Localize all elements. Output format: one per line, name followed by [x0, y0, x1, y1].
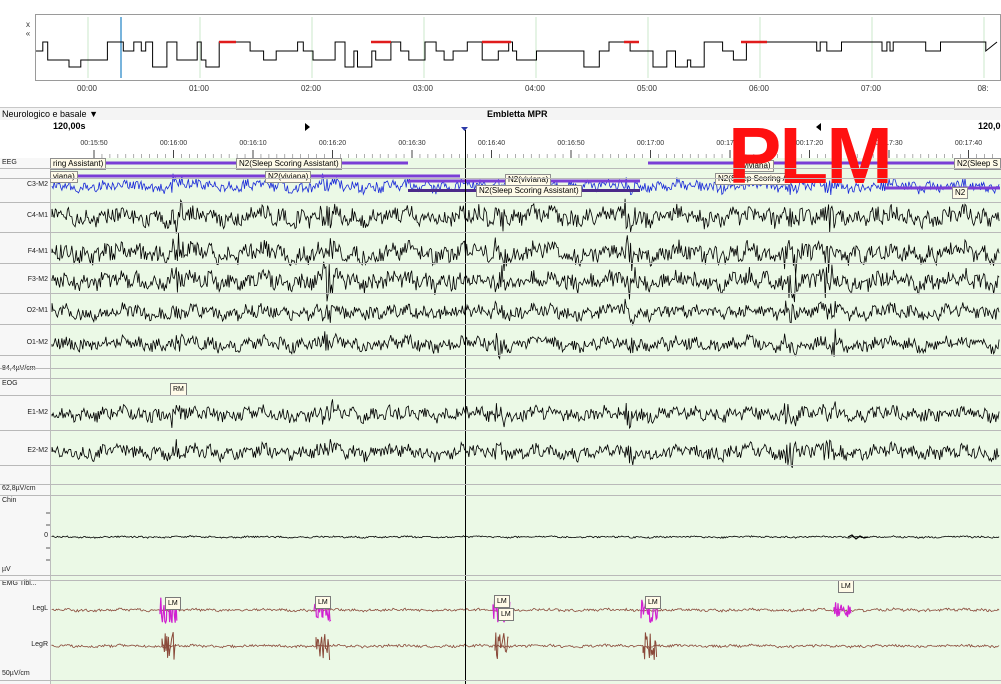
lane-separator [0, 178, 1001, 179]
event-label-lm[interactable]: LM [498, 608, 514, 621]
lane-separator [0, 465, 1001, 466]
lane-separator [0, 378, 1001, 379]
trace-f3-m2 [51, 261, 1000, 303]
trace-e1-m2 [51, 399, 1000, 430]
stage-label-assistant[interactable]: N2 [952, 187, 969, 199]
trace-c4-m1 [51, 198, 1000, 234]
event-label-lm[interactable]: LM [165, 597, 181, 610]
event-label-lm[interactable]: LM [494, 595, 510, 608]
lane-separator [0, 355, 1001, 356]
plm-banner: PLM [728, 111, 893, 200]
stage-label-viviana[interactable]: viana) [50, 171, 78, 183]
lane-separator [0, 202, 1001, 203]
stage-label-viviana[interactable]: N2(viviana) [265, 171, 312, 183]
trace-e2-m2 [51, 439, 1000, 469]
lm-burst-legr [315, 634, 331, 661]
event-label-lm[interactable]: LM [315, 596, 331, 609]
trace-o2-m1 [51, 298, 1000, 327]
lane-separator [0, 324, 1001, 325]
lane-separator [0, 395, 1001, 396]
event-label-lm[interactable]: LM [838, 580, 854, 593]
event-label-lm[interactable]: LM [645, 596, 661, 609]
lm-burst-legr [642, 632, 658, 660]
lane-separator [0, 168, 1001, 169]
lane-separator [0, 680, 1001, 681]
lane-separator [0, 368, 1001, 369]
lm-burst-legr [161, 631, 177, 660]
lane-separator [0, 293, 1001, 294]
lane-separator [0, 575, 1001, 576]
lane-separator [0, 580, 1001, 581]
trace-legl [51, 607, 1000, 613]
time-cursor[interactable] [465, 130, 466, 684]
lm-burst-legl [833, 602, 852, 618]
lane-separator [0, 484, 1001, 485]
lane-separator [0, 430, 1001, 431]
psg-viewer-window: x « 00:00 01:00 02:00 03:00 04:00 05:00 06:00 0… [0, 0, 1001, 684]
lane-separator [0, 495, 1001, 496]
trace-legr [51, 643, 1000, 649]
lane-separator [0, 232, 1001, 233]
scoring-bar[interactable] [885, 186, 1000, 190]
lane-separator [0, 263, 1001, 264]
stage-label-assistant[interactable]: N2(Sleep Scoring Assistant) [476, 185, 582, 197]
trace-f4-m1 [51, 232, 1000, 276]
